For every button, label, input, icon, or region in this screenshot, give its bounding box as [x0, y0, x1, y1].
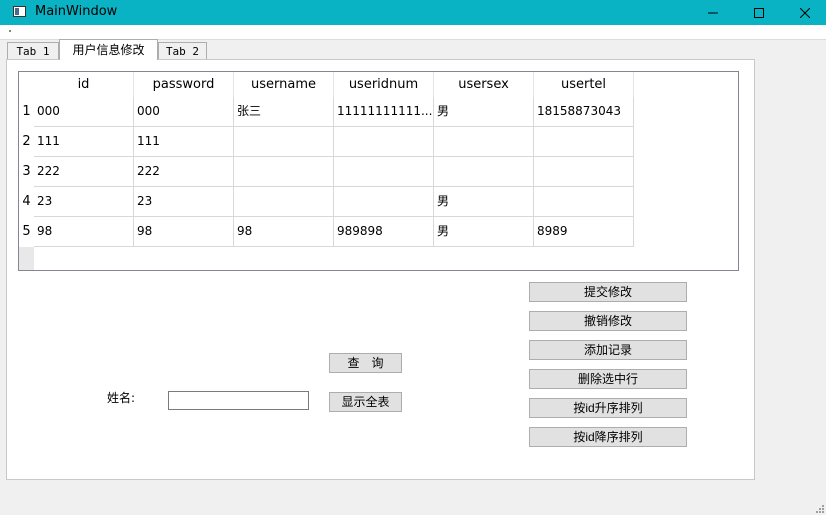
table-cell[interactable] — [434, 157, 534, 187]
row-header[interactable]: 4 — [19, 187, 34, 217]
minimize-button[interactable] — [690, 0, 736, 25]
menu-bar — [0, 25, 826, 40]
column-header-usertel[interactable]: usertel — [534, 72, 634, 97]
query-button[interactable]: 查 询 — [329, 353, 402, 373]
table-cell[interactable]: 男 — [434, 97, 534, 127]
table-cell[interactable]: 222 — [34, 157, 134, 187]
name-label: 姓名: — [107, 391, 136, 405]
column-header-username[interactable]: username — [234, 72, 334, 97]
tab-2[interactable]: Tab 2 — [158, 42, 207, 59]
minimize-icon — [708, 12, 718, 13]
tab-1[interactable]: Tab 1 — [7, 42, 59, 59]
revert-changes-button[interactable]: 撤销修改 — [529, 311, 687, 331]
table-cell[interactable]: 11111111111... — [334, 97, 434, 127]
table-cell[interactable] — [534, 187, 634, 217]
table-cell[interactable]: 989898 — [334, 217, 434, 247]
sort-id-ascending-button[interactable]: 按id升序排列 — [529, 398, 687, 418]
table-cell[interactable] — [234, 157, 334, 187]
resize-grip-icon[interactable] — [814, 503, 824, 513]
add-record-button[interactable]: 添加记录 — [529, 340, 687, 360]
table-cell[interactable]: 23 — [134, 187, 234, 217]
row-header[interactable]: 5 — [19, 217, 34, 247]
table-cell[interactable]: 000 — [134, 97, 234, 127]
column-header-useridnum[interactable]: useridnum — [334, 72, 434, 97]
title-bar[interactable]: MainWindow — [0, 0, 826, 25]
table-cell[interactable] — [234, 187, 334, 217]
column-header-usersex[interactable]: usersex — [434, 72, 534, 97]
window-title: MainWindow — [35, 4, 118, 19]
sort-id-descending-button[interactable]: 按id降序排列 — [529, 427, 687, 447]
table-cell[interactable]: 111 — [134, 127, 234, 157]
table-cell[interactable]: 98 — [34, 217, 134, 247]
row-header-filler — [19, 247, 34, 270]
table-cell[interactable]: 男 — [434, 187, 534, 217]
table-cell[interactable] — [534, 127, 634, 157]
maximize-button[interactable] — [736, 0, 782, 25]
close-icon — [800, 7, 810, 18]
delete-selected-row-button[interactable]: 删除选中行 — [529, 369, 687, 389]
table-cell[interactable]: 000 — [34, 97, 134, 127]
table-cell[interactable]: 男 — [434, 217, 534, 247]
show-all-button[interactable]: 显示全表 — [329, 392, 402, 412]
table-cell[interactable]: 8989 — [534, 217, 634, 247]
column-header-id[interactable]: id — [34, 72, 134, 97]
status-bar — [0, 480, 826, 515]
user-table[interactable]: id password username useridnum usersex u… — [18, 71, 739, 271]
table-cell[interactable]: 张三 — [234, 97, 334, 127]
submit-changes-button[interactable]: 提交修改 — [529, 282, 687, 302]
app-window-icon — [13, 6, 26, 17]
table-cell[interactable]: 222 — [134, 157, 234, 187]
row-header[interactable]: 3 — [19, 157, 34, 187]
table-cell[interactable]: 98 — [234, 217, 334, 247]
table-cell[interactable] — [434, 127, 534, 157]
row-header[interactable]: 2 — [19, 127, 34, 157]
table-cell[interactable] — [334, 187, 434, 217]
row-header[interactable]: 1 — [19, 97, 34, 127]
name-input[interactable] — [168, 391, 309, 410]
table-cell[interactable]: 98 — [134, 217, 234, 247]
maximize-icon — [754, 7, 764, 18]
table-corner[interactable] — [19, 72, 34, 97]
column-header-password[interactable]: password — [134, 72, 234, 97]
tab-user-info-edit[interactable]: 用户信息修改 — [59, 39, 158, 60]
table-cell[interactable]: 23 — [34, 187, 134, 217]
table-cell[interactable]: 18158873043 — [534, 97, 634, 127]
close-button[interactable] — [782, 0, 826, 25]
table-cell[interactable] — [534, 157, 634, 187]
table-cell[interactable] — [234, 127, 334, 157]
table-cell[interactable] — [334, 157, 434, 187]
table-cell[interactable]: 111 — [34, 127, 134, 157]
menu-handle — [9, 30, 11, 32]
table-cell[interactable] — [334, 127, 434, 157]
